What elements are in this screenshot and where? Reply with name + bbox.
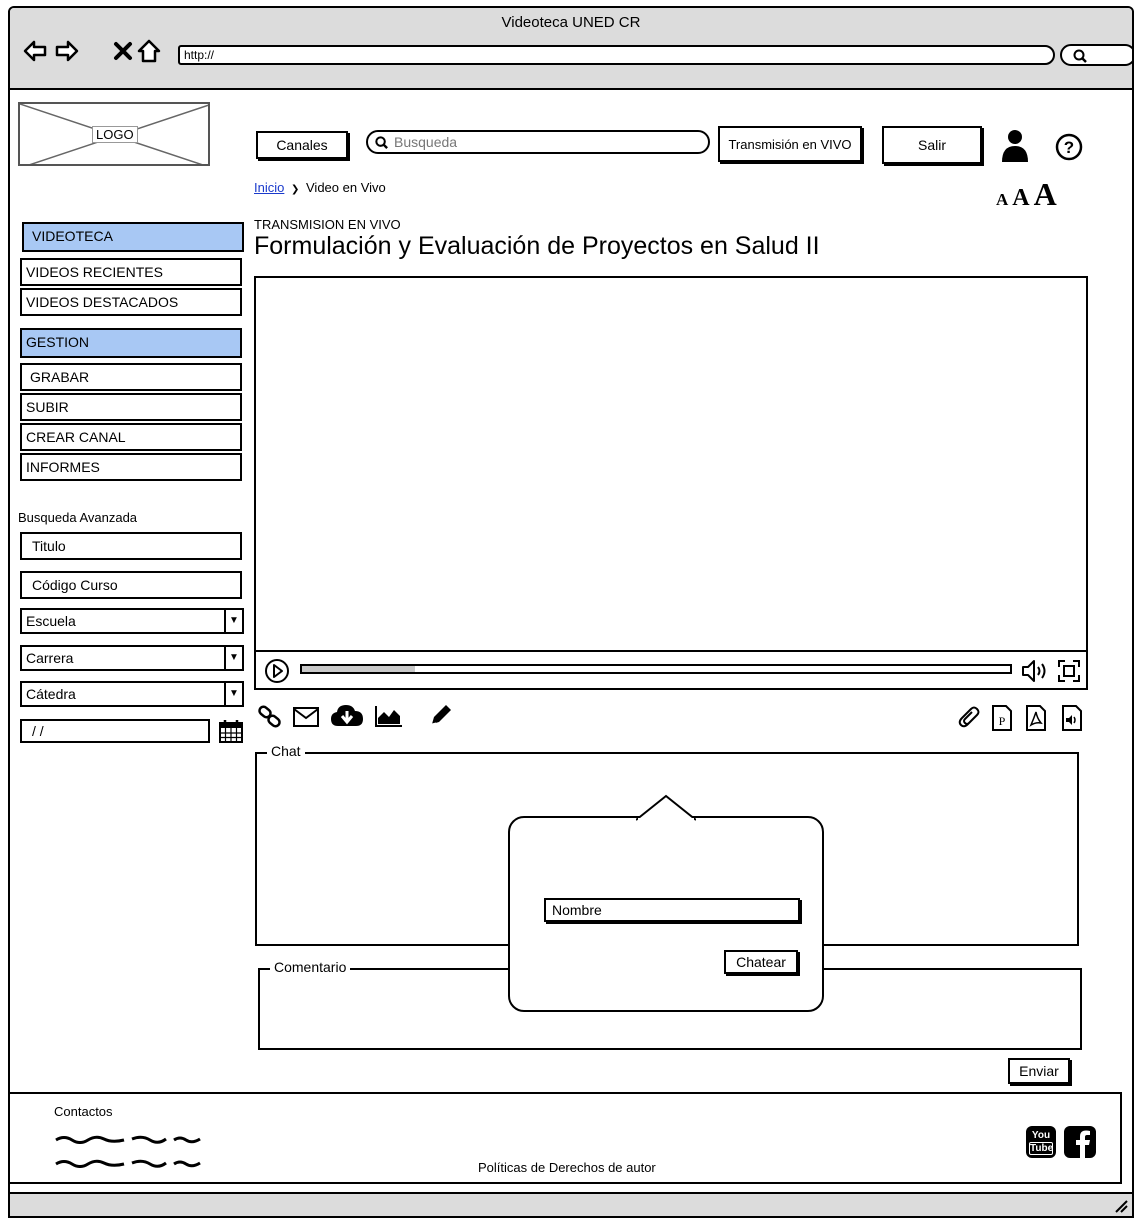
help-icon[interactable]: ? (1054, 132, 1084, 162)
career-select-value: Carrera (26, 650, 74, 666)
footer: Contactos Políticas de Derechos de autor… (8, 1092, 1122, 1184)
contact-line-2 (55, 1159, 201, 1168)
breadcrumb: Inicio ❯ Video en Vivo (254, 180, 386, 195)
popup-pointer (636, 794, 696, 822)
user-icon[interactable] (1000, 128, 1030, 164)
search-input[interactable]: Busqueda (366, 130, 710, 154)
course-code-field[interactable]: Código Curso (20, 571, 242, 599)
resize-grip-icon[interactable] (1112, 1197, 1128, 1213)
career-select[interactable]: Carrera ▼ (20, 645, 244, 671)
browser-statusbar (10, 1192, 1132, 1216)
svg-text:P: P (999, 714, 1006, 728)
home-icon[interactable] (136, 38, 162, 64)
chat-login-popup: Nombre Chatear (508, 816, 824, 1012)
facebook-icon[interactable] (1064, 1126, 1096, 1158)
copyright-policy-link[interactable]: Políticas de Derechos de autor (478, 1160, 656, 1175)
date-field[interactable]: / / (20, 719, 210, 743)
sidebar-section-gestion[interactable]: GESTION (20, 328, 242, 358)
chair-select[interactable]: Cátedra ▼ (20, 681, 244, 707)
live-transmission-button[interactable]: Transmisión en VIVO (718, 126, 862, 162)
window-title: Videoteca UNED CR (501, 14, 641, 31)
sidebar-item-reports[interactable]: INFORMES (20, 453, 242, 481)
address-bar[interactable]: http:// (178, 45, 1055, 65)
logo[interactable]: LOGO (18, 102, 210, 166)
logout-button[interactable]: Salir (882, 126, 982, 164)
breadcrumb-current: Video en Vivo (306, 180, 386, 195)
sidebar-item-upload[interactable]: SUBIR (20, 393, 242, 421)
forward-icon[interactable] (54, 38, 80, 64)
email-icon[interactable] (292, 706, 320, 728)
contact-line-1 (55, 1135, 201, 1144)
search-icon (375, 136, 388, 149)
youtube-icon[interactable]: You Tube (1026, 1126, 1056, 1158)
play-icon[interactable] (264, 658, 290, 684)
browser-search[interactable] (1060, 44, 1132, 66)
comment-legend: Comentario (270, 959, 351, 975)
powerpoint-file-icon[interactable]: P (990, 704, 1014, 732)
attachment-icon[interactable] (958, 706, 982, 730)
logo-label: LOGO (92, 126, 138, 143)
video-player[interactable] (254, 276, 1088, 690)
volume-icon[interactable] (1020, 658, 1050, 684)
search-placeholder: Busqueda (394, 134, 458, 150)
section-label: TRANSMISION EN VIVO (254, 217, 401, 232)
svg-text:?: ? (1064, 138, 1074, 157)
youtube-label-top: You (1031, 1130, 1051, 1141)
school-select[interactable]: Escuela ▼ (20, 608, 244, 634)
breadcrumb-separator: ❯ (290, 184, 300, 195)
breadcrumb-home-link[interactable]: Inicio (254, 180, 284, 195)
sidebar-item-featured-videos[interactable]: VIDEOS DESTACADOS (20, 288, 242, 316)
edit-icon[interactable] (428, 702, 454, 728)
advanced-search-title: Busqueda Avanzada (18, 510, 138, 525)
chat-button[interactable]: Chatear (724, 950, 798, 974)
video-title: Formulación y Evaluación de Proyectos en… (254, 232, 820, 260)
video-progress-fill (302, 666, 416, 672)
chevron-down-icon: ▼ (224, 610, 242, 632)
back-icon[interactable] (22, 38, 48, 64)
font-size-medium[interactable]: A (1012, 185, 1029, 211)
youtube-label-bottom: Tube (1029, 1142, 1054, 1155)
download-icon[interactable] (330, 702, 364, 730)
font-size-large[interactable]: A (1034, 176, 1057, 212)
video-controls (256, 650, 1086, 688)
chevron-down-icon: ▼ (224, 647, 242, 669)
calendar-icon[interactable] (218, 718, 244, 744)
audio-file-icon[interactable] (1060, 704, 1084, 732)
chat-legend: Chat (267, 743, 305, 759)
channels-button[interactable]: Canales (256, 131, 348, 159)
video-progress-bar[interactable] (300, 664, 1012, 674)
sidebar-item-recent-videos[interactable]: VIDEOS RECIENTES (20, 258, 242, 286)
sidebar-item-create-channel[interactable]: CREAR CANAL (20, 423, 242, 451)
font-size-small[interactable]: A (996, 190, 1008, 209)
send-button[interactable]: Enviar (1008, 1058, 1070, 1084)
fullscreen-icon[interactable] (1056, 658, 1082, 684)
school-select-value: Escuela (26, 613, 76, 629)
stop-icon[interactable] (110, 38, 136, 64)
title-field[interactable]: Titulo (20, 532, 242, 560)
area-chart-icon[interactable] (374, 704, 404, 728)
pdf-file-icon[interactable] (1024, 704, 1048, 732)
contacts-heading: Contactos (54, 1104, 113, 1119)
chair-select-value: Cátedra (26, 686, 76, 702)
link-icon[interactable] (256, 704, 284, 730)
browser-titlebar: Videoteca UNED CR http:// (10, 8, 1132, 90)
font-size-controls: A A A (996, 176, 1057, 213)
sidebar-section-videoteca[interactable]: VIDEOTECA (22, 222, 244, 252)
sidebar-item-record[interactable]: GRABAR (20, 363, 242, 391)
search-icon (1073, 49, 1087, 63)
chevron-down-icon: ▼ (224, 683, 242, 705)
name-field[interactable]: Nombre (544, 898, 800, 922)
